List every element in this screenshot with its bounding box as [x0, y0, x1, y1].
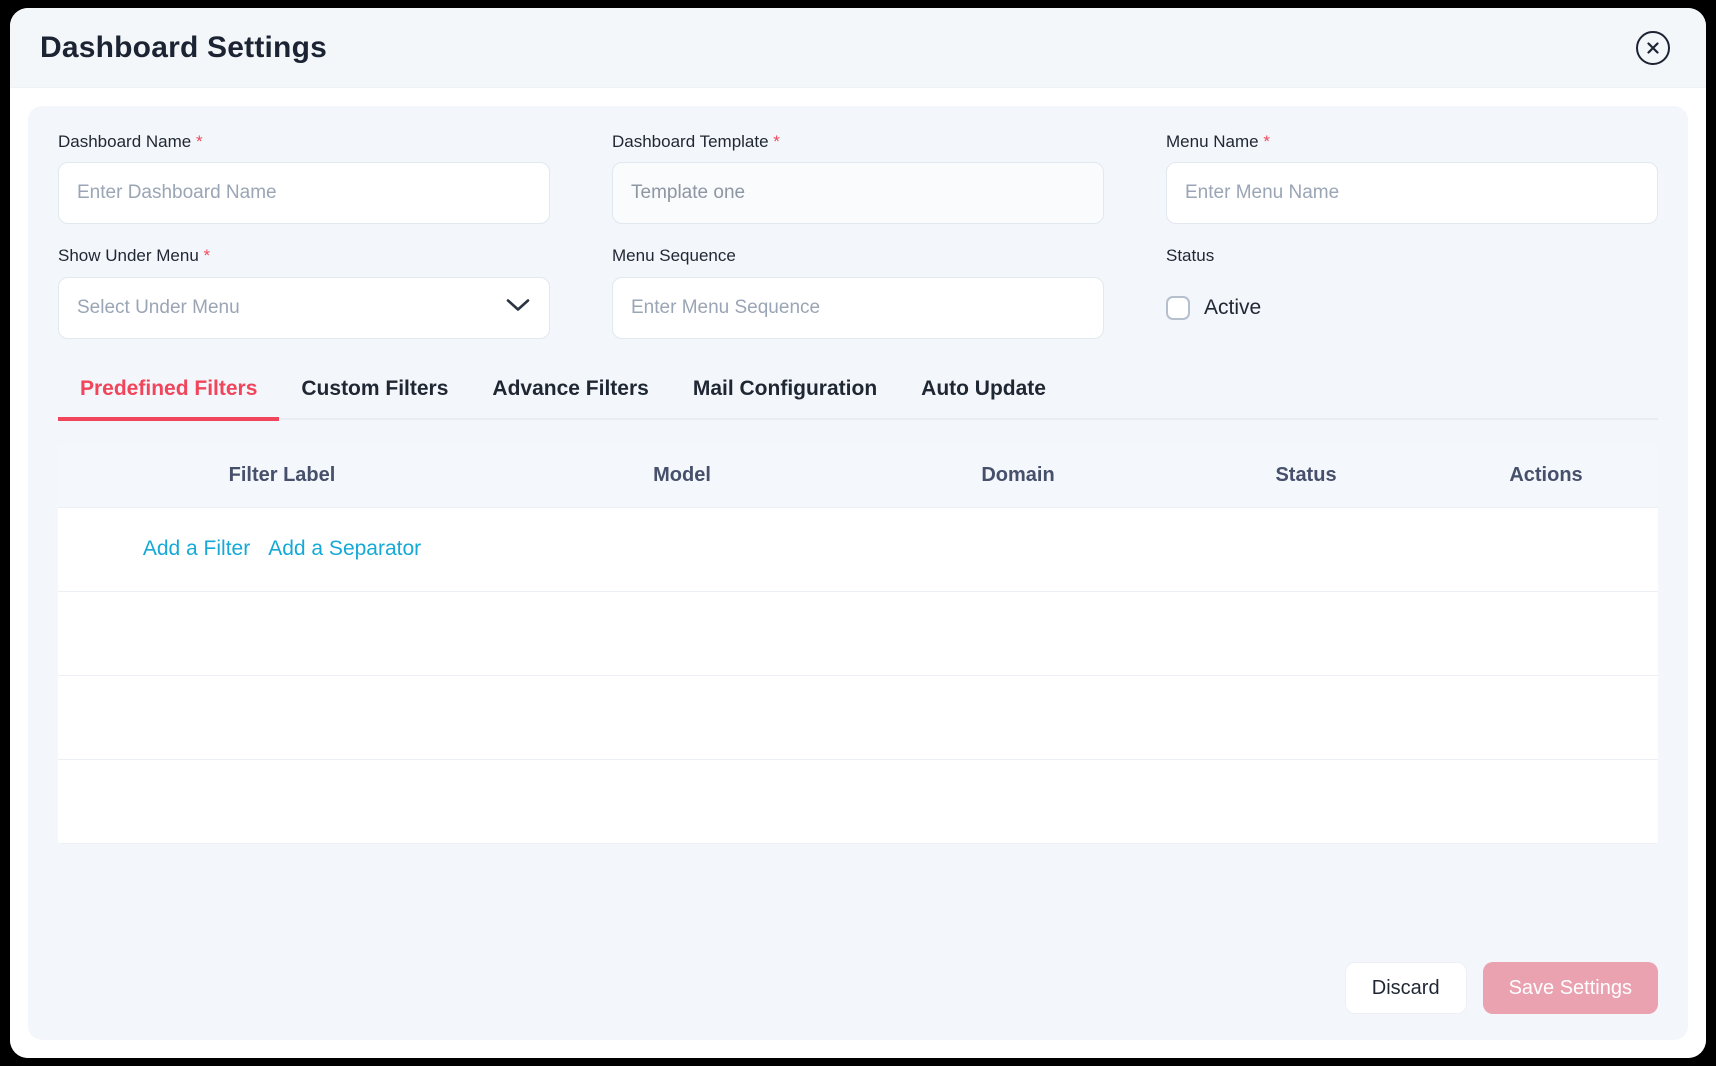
label-menu-name: Menu Name *	[1166, 132, 1658, 152]
menu-name-input[interactable]	[1166, 162, 1658, 224]
settings-panel: Dashboard Name * Dashboard Template * Me…	[28, 106, 1688, 1040]
label-show-under-menu: Show Under Menu *	[58, 246, 550, 266]
empty-cell	[858, 675, 1178, 759]
field-menu-sequence: Menu Sequence	[612, 246, 1104, 338]
status-active-row: Active	[1166, 277, 1658, 339]
field-status: Status Active	[1166, 246, 1658, 338]
column-header-model: Model	[506, 444, 858, 508]
label-text: Menu Name	[1166, 132, 1259, 151]
filters-table-head: Filter Label Model Domain Status Actions	[58, 444, 1658, 508]
tab-mail-configuration[interactable]: Mail Configuration	[671, 363, 899, 421]
dashboard-template-input[interactable]	[612, 162, 1104, 224]
label-text: Status	[1166, 246, 1214, 265]
required-asterisk: *	[773, 132, 780, 151]
label-text: Show Under Menu	[58, 246, 199, 265]
show-under-menu-select[interactable]	[58, 277, 550, 339]
empty-cell	[506, 675, 858, 759]
menu-sequence-input[interactable]	[612, 277, 1104, 339]
discard-button[interactable]: Discard	[1345, 962, 1467, 1014]
modal-body: Dashboard Name * Dashboard Template * Me…	[10, 88, 1706, 1058]
label-text: Dashboard Name	[58, 132, 191, 151]
table-header-row: Filter Label Model Domain Status Actions	[58, 444, 1658, 508]
empty-cell-actions	[1434, 507, 1658, 591]
empty-cell	[506, 759, 858, 843]
empty-cell	[1178, 759, 1434, 843]
show-under-menu-select-wrap	[58, 277, 550, 339]
required-asterisk: *	[1263, 132, 1270, 151]
add-links-cell: Add a Filter Add a Separator	[58, 507, 506, 591]
tab-predefined-filters[interactable]: Predefined Filters	[58, 363, 279, 421]
table-row-add-actions: Add a Filter Add a Separator	[58, 507, 1658, 591]
field-menu-name: Menu Name *	[1166, 132, 1658, 224]
empty-cell-domain	[858, 507, 1178, 591]
empty-cell	[58, 591, 506, 675]
required-asterisk: *	[196, 132, 203, 151]
column-header-filter-label: Filter Label	[58, 444, 506, 508]
empty-cell	[858, 591, 1178, 675]
tab-auto-update[interactable]: Auto Update	[899, 363, 1068, 421]
label-dashboard-template: Dashboard Template *	[612, 132, 1104, 152]
column-header-status: Status	[1178, 444, 1434, 508]
empty-cell	[58, 675, 506, 759]
empty-cell	[1434, 759, 1658, 843]
add-separator-link[interactable]: Add a Separator	[268, 537, 421, 561]
field-dashboard-name: Dashboard Name *	[58, 132, 550, 224]
close-icon[interactable]	[1636, 31, 1670, 65]
field-dashboard-template: Dashboard Template *	[612, 132, 1104, 224]
empty-cell	[1178, 591, 1434, 675]
filters-table-container: Filter Label Model Domain Status Actions…	[58, 444, 1658, 844]
column-header-actions: Actions	[1434, 444, 1658, 508]
label-text: Dashboard Template	[612, 132, 769, 151]
empty-cell	[1434, 675, 1658, 759]
table-row	[58, 591, 1658, 675]
empty-cell-status	[1178, 507, 1434, 591]
filter-tabs: Predefined Filters Custom Filters Advanc…	[58, 363, 1658, 420]
empty-cell	[858, 759, 1178, 843]
label-status: Status	[1166, 246, 1658, 266]
dashboard-name-input[interactable]	[58, 162, 550, 224]
label-menu-sequence: Menu Sequence	[612, 246, 1104, 266]
active-checkbox-label: Active	[1204, 296, 1261, 320]
column-header-domain: Domain	[858, 444, 1178, 508]
filters-table: Filter Label Model Domain Status Actions…	[58, 444, 1658, 844]
empty-cell	[506, 591, 858, 675]
table-row	[58, 675, 1658, 759]
add-filter-link[interactable]: Add a Filter	[143, 537, 250, 561]
page-title: Dashboard Settings	[40, 31, 327, 65]
empty-cell	[58, 759, 506, 843]
table-row	[58, 759, 1658, 843]
filters-table-body: Add a Filter Add a Separator	[58, 507, 1658, 843]
empty-cell-model	[506, 507, 858, 591]
save-settings-button[interactable]: Save Settings	[1483, 962, 1658, 1014]
active-checkbox[interactable]	[1166, 296, 1190, 320]
required-asterisk: *	[204, 246, 211, 265]
settings-form: Dashboard Name * Dashboard Template * Me…	[58, 132, 1658, 361]
label-text: Menu Sequence	[612, 246, 736, 265]
label-dashboard-name: Dashboard Name *	[58, 132, 550, 152]
tab-custom-filters[interactable]: Custom Filters	[279, 363, 470, 421]
modal-footer: Discard Save Settings	[58, 936, 1658, 1020]
modal-header: Dashboard Settings	[10, 8, 1706, 88]
dashboard-settings-modal: Dashboard Settings Dashboard Name * Dash…	[10, 8, 1706, 1058]
tab-advance-filters[interactable]: Advance Filters	[470, 363, 670, 421]
empty-cell	[1434, 591, 1658, 675]
field-show-under-menu: Show Under Menu *	[58, 246, 550, 338]
empty-cell	[1178, 675, 1434, 759]
